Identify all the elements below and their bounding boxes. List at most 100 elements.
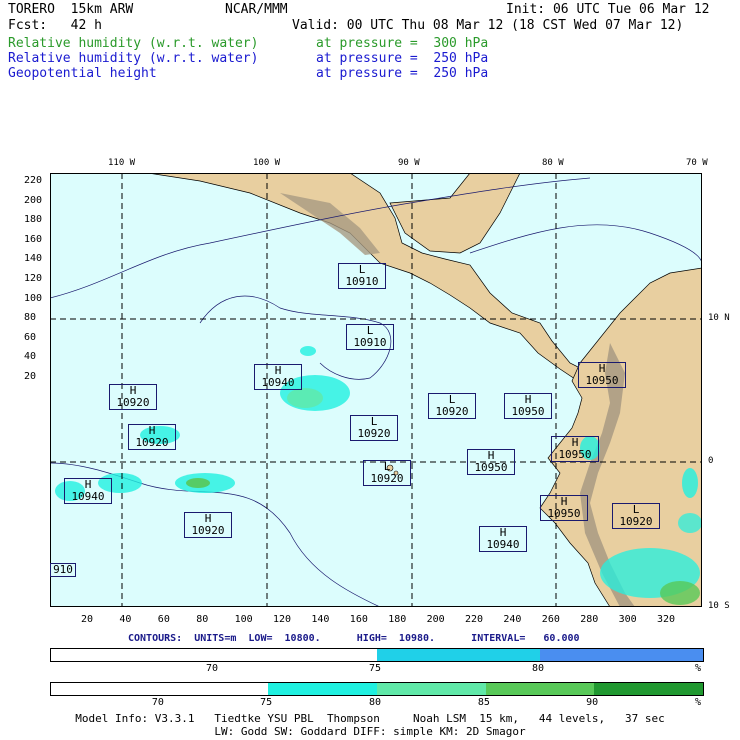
colorbar-segment bbox=[268, 683, 378, 695]
humidity-patch bbox=[300, 346, 316, 356]
model-info: Model Info: V3.3.1 Tiedtke YSU PBL Thomp… bbox=[75, 712, 665, 725]
y-tick-label: 160 bbox=[24, 233, 43, 245]
colorbar-label: 75 bbox=[260, 697, 273, 708]
low-pressure-label: L 10910 bbox=[346, 324, 394, 350]
x-tick-label: 240 bbox=[503, 614, 522, 625]
x-tick-label: 300 bbox=[618, 614, 637, 625]
low-pressure-label: L 10910 bbox=[338, 263, 386, 289]
y-tick-label: 60 bbox=[24, 331, 37, 343]
x-tick-label: 260 bbox=[541, 614, 560, 625]
x-tick-label: 140 bbox=[311, 614, 330, 625]
y-tick-label: 40 bbox=[24, 351, 37, 363]
x-tick-label: 280 bbox=[580, 614, 599, 625]
y-tick-label: 20 bbox=[24, 371, 37, 382]
init-time: Init: 06 UTC Tue 06 Mar 12 bbox=[506, 2, 710, 17]
colorbar-label: 80 bbox=[532, 663, 545, 674]
x-tick-label: 180 bbox=[388, 614, 407, 625]
institution-label: NCAR/MMM bbox=[225, 2, 288, 17]
field-name: Relative humidity (w.r.t. water) bbox=[8, 36, 259, 51]
humidity-patch bbox=[678, 513, 702, 533]
field-level: at pressure = 250 hPa bbox=[316, 51, 489, 66]
high-pressure-label: H 10950 bbox=[551, 436, 599, 462]
humidity-patch bbox=[287, 388, 323, 408]
latitude-label: 0 bbox=[708, 456, 714, 466]
colorbar-segment bbox=[594, 683, 704, 695]
system-value: 10910 bbox=[345, 275, 379, 288]
model-title: TORERO 15km ARW bbox=[8, 2, 134, 17]
system-value: 10920 bbox=[435, 405, 469, 418]
y-tick-label: 100 bbox=[24, 292, 43, 304]
low-pressure-label: L 10920 bbox=[612, 503, 660, 529]
humidity-patch bbox=[660, 581, 700, 605]
system-value: 10950 bbox=[511, 405, 545, 418]
forecast-hour: Fcst: 42 h bbox=[8, 18, 102, 33]
low-pressure-label: L 10920 bbox=[350, 415, 398, 441]
valid-time: Valid: 00 UTC Thu 08 Mar 12 (18 CST Wed … bbox=[292, 18, 684, 33]
x-tick-label: 320 bbox=[657, 614, 676, 625]
system-value: 10950 bbox=[585, 374, 619, 387]
system-value: 10920 bbox=[135, 436, 169, 449]
x-tick-label: 120 bbox=[273, 614, 292, 625]
humidity-patch bbox=[682, 468, 698, 498]
system-value: 10950 bbox=[558, 448, 592, 461]
model-physics: LW: Godd SW: Goddard DIFF: simple KM: 2D… bbox=[214, 725, 526, 738]
colorbar-250hpa bbox=[50, 648, 704, 662]
low-pressure-label: L 10920 bbox=[428, 393, 476, 419]
longitude-label: 100 W bbox=[253, 158, 281, 168]
colorbar-segment bbox=[51, 649, 378, 661]
contour-value-label: 910 bbox=[50, 563, 76, 577]
system-value: 10950 bbox=[547, 507, 581, 520]
x-tick-label: 100 bbox=[234, 614, 253, 625]
high-pressure-label: H 10940 bbox=[64, 478, 112, 504]
high-pressure-label: H 10920 bbox=[184, 512, 232, 538]
field-name: Geopotential height bbox=[8, 66, 157, 81]
colorbar-segment bbox=[377, 649, 541, 661]
colorbar-label: 75 bbox=[369, 663, 382, 674]
y-tick-label: 120 bbox=[24, 273, 43, 284]
x-tick-label: 200 bbox=[426, 614, 445, 625]
high-pressure-label: H 10950 bbox=[467, 449, 515, 475]
colorbar-label: 85 bbox=[477, 697, 490, 708]
high-pressure-label: H 10940 bbox=[254, 364, 302, 390]
contour-info: CONTOURS: UNITS=m LOW= 10800. HIGH= 1098… bbox=[128, 633, 580, 644]
system-value: 10920 bbox=[370, 472, 404, 485]
system-value: 910 bbox=[53, 563, 73, 576]
colorbar-label: 80 bbox=[369, 697, 382, 708]
system-value: 10920 bbox=[191, 524, 225, 537]
y-tick-label: 200 bbox=[24, 194, 43, 206]
latitude-label: 10 S bbox=[708, 601, 730, 611]
longitude-label: 110 W bbox=[108, 158, 136, 168]
system-value: 10940 bbox=[71, 490, 105, 503]
high-pressure-label: H 10940 bbox=[479, 526, 527, 552]
system-value: 10920 bbox=[619, 515, 653, 528]
x-tick-label: 160 bbox=[349, 614, 368, 625]
high-pressure-label: H 10920 bbox=[109, 384, 157, 410]
high-pressure-label: H 10920 bbox=[128, 424, 176, 450]
field-name: Relative humidity (w.r.t. water) bbox=[8, 51, 259, 66]
colorbar-segment bbox=[51, 683, 161, 695]
high-pressure-label: H 10950 bbox=[540, 495, 588, 521]
low-pressure-label: L 10920 bbox=[363, 460, 411, 486]
longitude-label: 70 W bbox=[686, 158, 708, 168]
system-value: 10940 bbox=[486, 538, 520, 551]
system-value: 10940 bbox=[261, 376, 295, 389]
colorbar-label: 90 bbox=[586, 697, 599, 708]
x-tick-label: 20 bbox=[81, 614, 94, 625]
y-tick-label: 140 bbox=[24, 253, 43, 265]
colorbar-label: % bbox=[695, 697, 702, 708]
colorbar-label: 70 bbox=[151, 697, 164, 708]
latitude-label: 10 N bbox=[708, 313, 730, 323]
colorbar-segment bbox=[540, 649, 704, 661]
colorbar-segment bbox=[377, 683, 487, 695]
system-value: 10920 bbox=[357, 427, 391, 440]
system-value: 10910 bbox=[353, 336, 387, 349]
system-value: 10920 bbox=[116, 396, 150, 409]
colorbar-segment bbox=[159, 683, 270, 695]
colorbar-label: % bbox=[695, 663, 702, 674]
longitude-label: 80 W bbox=[542, 158, 564, 168]
humidity-patch bbox=[186, 478, 210, 488]
x-tick-label: 60 bbox=[157, 614, 170, 625]
system-value: 10950 bbox=[474, 461, 508, 474]
field-level: at pressure = 300 hPa bbox=[316, 36, 489, 51]
colorbar-label: 70 bbox=[206, 663, 219, 674]
